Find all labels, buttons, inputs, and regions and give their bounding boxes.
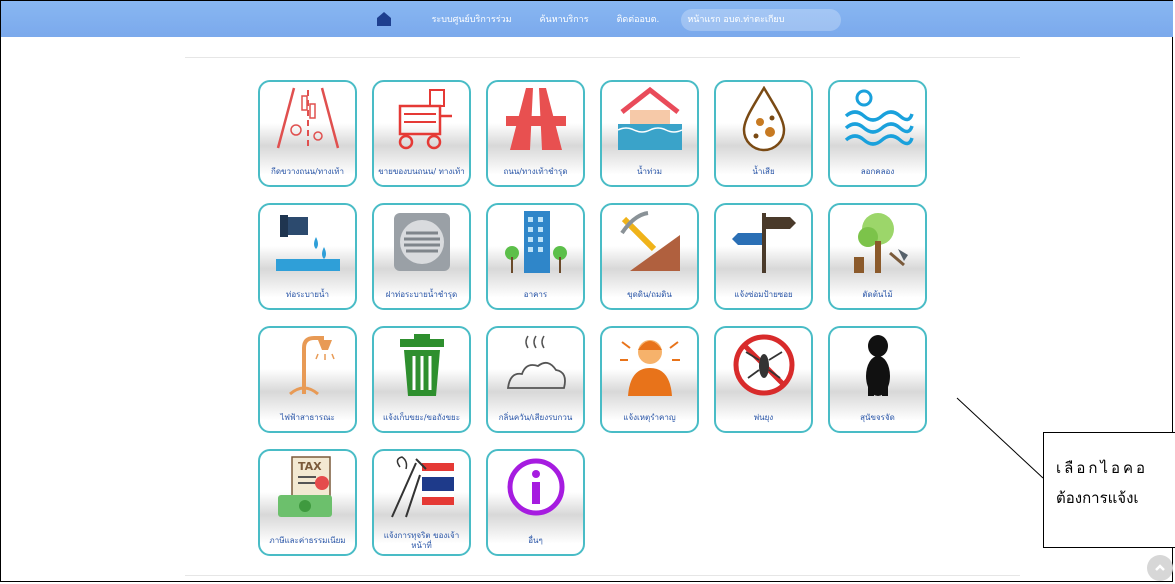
scroll-to-top-button[interactable]: [1147, 555, 1173, 581]
callout-line-2: ต้องการแจ้งเ: [1056, 489, 1139, 507]
instruction-callout: เลือกไอคอ ต้องการแจ้งเ: [1043, 432, 1175, 548]
chevron-up-icon: [1155, 564, 1165, 571]
callout-pointer-line: [956, 397, 1044, 479]
callout-line-1: เลือกไอคอ: [1056, 459, 1149, 477]
